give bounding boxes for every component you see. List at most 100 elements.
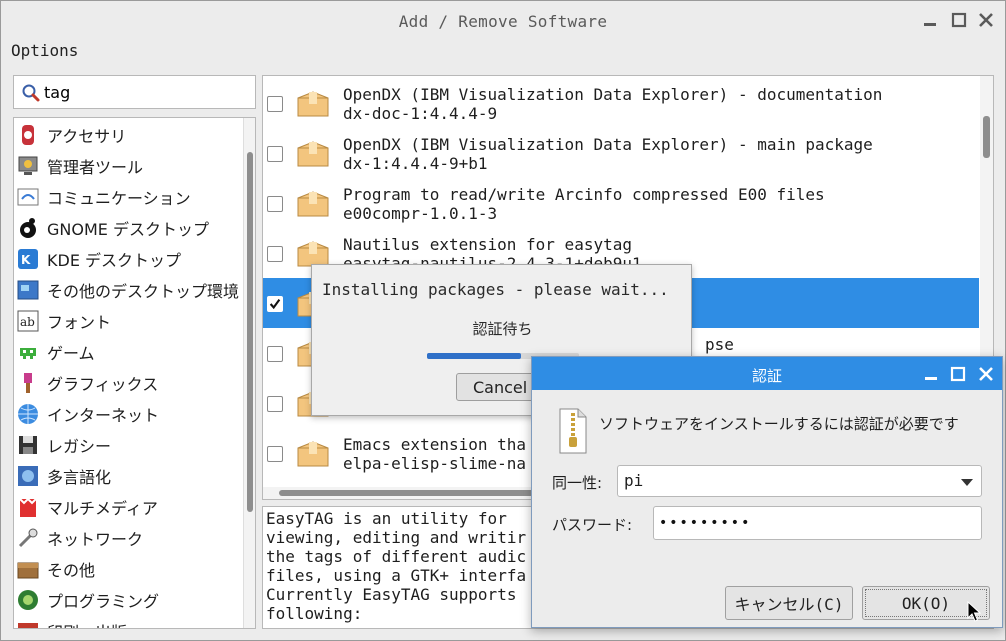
category-label: フォント [47, 312, 112, 332]
category-label: その他のデスクトップ環境 [47, 281, 240, 301]
archive-lock-icon [559, 408, 587, 454]
category-label: レガシー [47, 436, 112, 456]
package-name: Emacs extension tha [343, 435, 527, 454]
category-item[interactable]: コミュニケーション [16, 181, 244, 212]
close-icon[interactable] [977, 365, 995, 383]
titlebar: Add / Remove Software [1, 1, 1005, 41]
menu-options[interactable]: Options [11, 41, 78, 60]
category-item[interactable]: レガシー [16, 429, 244, 460]
auth-titlebar: 認証 [532, 357, 1002, 390]
package-row[interactable]: OpenDX (IBM Visualization Data Explorer)… [263, 78, 979, 128]
category-label: ネットワーク [47, 529, 144, 549]
category-label: グラフィックス [47, 374, 159, 394]
multimedia-icon [19, 497, 37, 517]
category-item[interactable]: 印刷・出版 [16, 615, 244, 629]
category-label: KDE デスクトップ [47, 250, 182, 270]
font-icon: ab [17, 310, 39, 331]
category-item[interactable]: ab フォント [16, 305, 244, 336]
search-box[interactable] [13, 75, 256, 109]
category-scrollbar[interactable] [243, 118, 255, 628]
legacy-icon [19, 435, 37, 454]
identity-label: 同一性: [552, 474, 603, 492]
package-name-partial: pse [705, 335, 734, 354]
package-checkbox[interactable] [267, 196, 283, 212]
category-label: 印刷・出版 [47, 619, 127, 629]
package-name: Nautilus extension for easytag [343, 235, 632, 254]
category-label: その他 [47, 560, 96, 580]
category-label: 管理者ツール [47, 157, 144, 177]
package-checkbox[interactable] [267, 246, 283, 262]
package-icon [297, 141, 329, 167]
category-item[interactable]: ネットワーク [16, 522, 244, 553]
category-item[interactable]: ゲーム [16, 336, 244, 367]
package-checkbox[interactable] [267, 346, 283, 362]
minimize-icon[interactable] [922, 365, 940, 383]
maximize-icon[interactable] [950, 11, 968, 29]
package-version: elpa-elisp-slime-na [343, 454, 527, 473]
window-title: Add / Remove Software [398, 12, 608, 31]
category-item[interactable]: プログラミング [16, 584, 244, 615]
kde-icon: K [18, 248, 38, 269]
other-icon [17, 562, 39, 578]
package-name: Program to read/write Arcinfo compressed… [343, 185, 825, 204]
category-label: インターネット [47, 405, 160, 425]
installing-status: 認証待ち [472, 320, 533, 338]
progress-fill [427, 353, 522, 359]
publishing-icon [18, 622, 38, 628]
category-list: アクセサリ 管理者ツール コミュニケーション GNOME デスクトップ K KD… [13, 117, 256, 629]
category-item[interactable]: その他 [16, 553, 244, 584]
mouse-cursor-icon [967, 601, 981, 622]
identity-select[interactable]: pi [617, 465, 982, 497]
search-icon [22, 84, 40, 102]
category-item[interactable]: 多言語化 [16, 460, 244, 491]
category-item[interactable]: K KDE デスクトップ [16, 243, 244, 274]
package-name: OpenDX (IBM Visualization Data Explorer)… [343, 85, 883, 104]
accessories-icon [22, 124, 34, 145]
installing-title: Installing packages - please wait... [322, 280, 669, 299]
category-item[interactable]: GNOME デスクトップ [16, 212, 244, 243]
package-version: e00compr-1.0.1-3 [343, 204, 498, 223]
category-scrollbar-thumb[interactable] [247, 152, 253, 512]
category-item[interactable]: アクセサリ [16, 119, 244, 150]
category-item[interactable]: インターネット [16, 398, 244, 429]
localization-icon [18, 465, 38, 486]
admin-tools-icon [18, 156, 38, 175]
chevron-down-icon [961, 479, 973, 486]
communication-icon [17, 188, 39, 205]
svg-text:K: K [21, 253, 31, 267]
category-label: 多言語化 [47, 467, 112, 487]
minimize-icon[interactable] [921, 11, 939, 29]
package-row[interactable]: Program to read/write Arcinfo compressed… [263, 178, 979, 228]
search-input[interactable] [44, 81, 249, 103]
category-item[interactable]: 管理者ツール [16, 150, 244, 181]
svg-text:ab: ab [20, 315, 35, 329]
category-item[interactable]: その他のデスクトップ環境 [16, 274, 244, 305]
desktop-icon [17, 280, 39, 299]
close-icon[interactable] [977, 11, 995, 29]
package-checkbox[interactable] [267, 96, 283, 112]
package-name: OpenDX (IBM Visualization Data Explorer)… [343, 135, 873, 154]
category-item[interactable]: グラフィックス [16, 367, 244, 398]
cancel-button[interactable]: キャンセル(C) [725, 586, 853, 620]
gnome-icon [20, 217, 36, 238]
package-checkbox[interactable] [267, 446, 283, 462]
package-checkbox[interactable] [267, 396, 283, 412]
network-icon [18, 528, 38, 547]
package-icon [297, 441, 329, 467]
package-row[interactable]: OpenDX (IBM Visualization Data Explorer)… [263, 128, 979, 178]
checkmark-icon[interactable] [267, 296, 283, 312]
password-field[interactable] [653, 506, 982, 540]
menubar: Options [11, 41, 78, 63]
auth-dialog: 認証 ソフトウェアをインストールするには認証が必要です 同一性: pi パスワー… [531, 356, 1003, 628]
package-vscrollbar-thumb[interactable] [983, 116, 990, 158]
category-label: アクセサリ [47, 126, 127, 146]
package-checkbox[interactable] [267, 146, 283, 162]
package-icon [297, 91, 329, 117]
category-item[interactable]: マルチメディア [16, 491, 244, 522]
graphics-icon [24, 372, 32, 393]
category-label: コミュニケーション [47, 188, 191, 208]
package-version: dx-doc-1:4.4.4-9 [343, 104, 498, 123]
package-version: dx-1:4.4.4-9+b1 [343, 154, 488, 173]
maximize-icon[interactable] [949, 365, 967, 383]
category-label: GNOME デスクトップ [47, 219, 209, 239]
